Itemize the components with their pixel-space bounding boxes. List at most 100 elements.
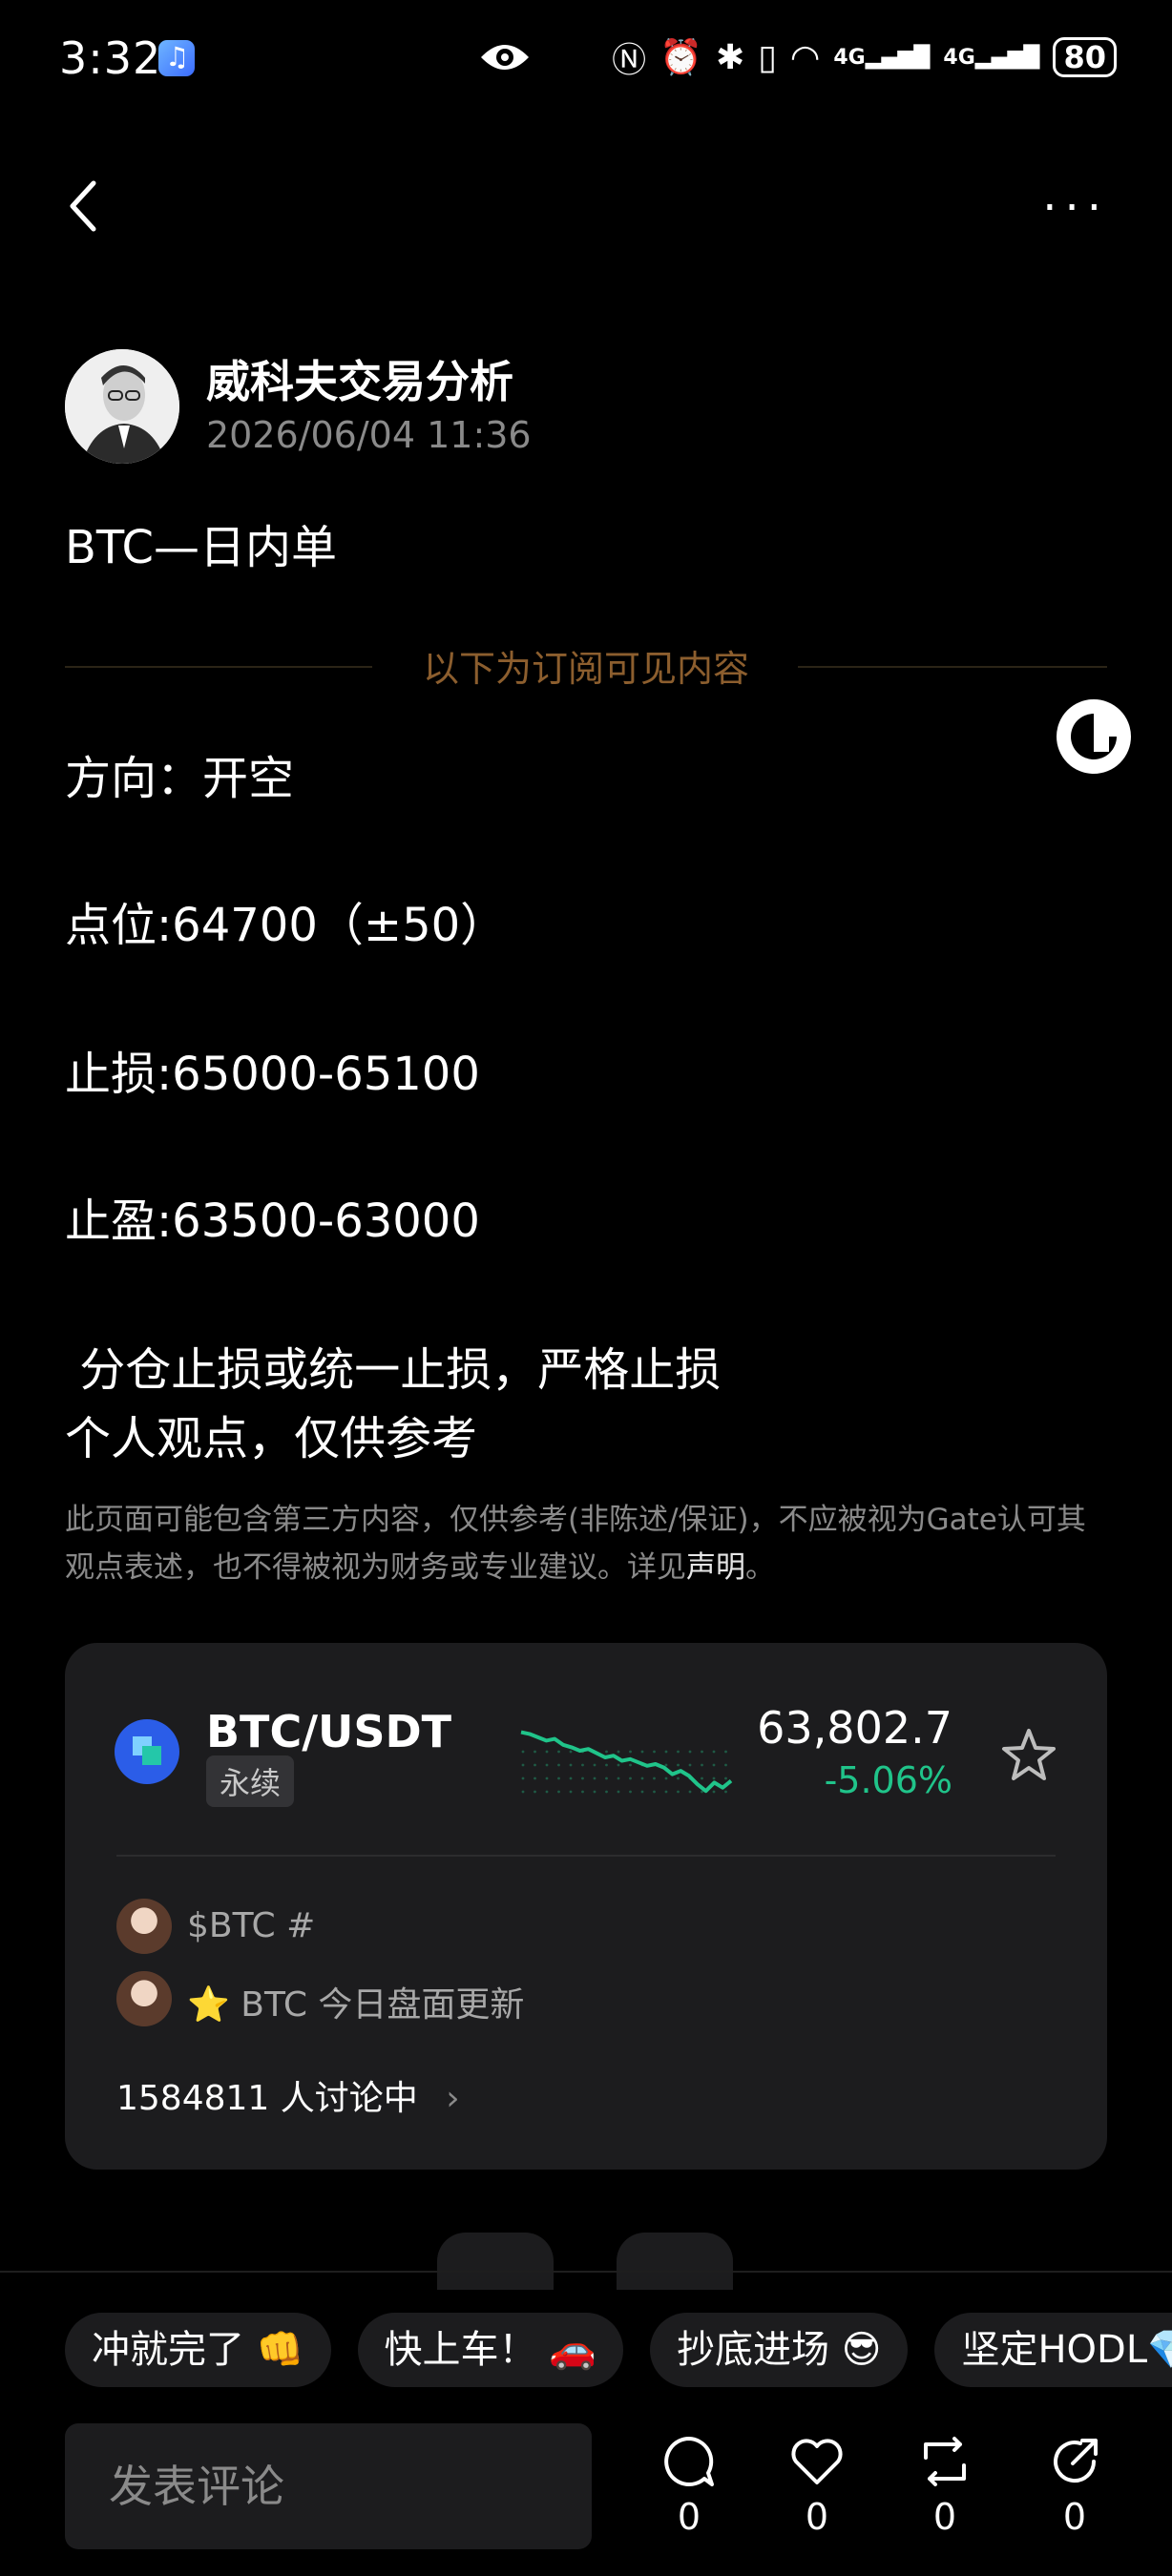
repost-icon — [924, 2437, 966, 2486]
partial-floating-button[interactable] — [437, 2233, 554, 2290]
sparkline-grid-dot — [629, 1790, 632, 1794]
feed-item[interactable]: ⭐ BTC 今日盘面更新 — [187, 1977, 524, 2026]
card-divider — [116, 1855, 1056, 1857]
post-line-risk-note: 分仓止损或统一止损，严格止损 — [65, 1343, 722, 1397]
sparkline-grid-dot — [521, 1763, 525, 1767]
sparkline-grid-dot — [724, 1790, 727, 1794]
price-sparkline — [520, 1730, 733, 1794]
sparkline-grid-dot — [605, 1750, 608, 1754]
discussion-count-link[interactable]: 1584811 人讨论中 › — [116, 2070, 460, 2120]
author-avatar[interactable] — [65, 349, 179, 464]
post-line-stop-loss: 止损:65000-65100 — [65, 1048, 480, 1101]
market-card[interactable]: BTC/USDT 永续 63,802.7 -5.06% $BTC # ⭐ BTC… — [65, 1643, 1107, 2170]
sparkline-grid-dot — [629, 1776, 632, 1780]
sparkline-grid-dot — [545, 1763, 549, 1767]
sparkline-grid-dot — [640, 1776, 644, 1780]
gate-logo-icon[interactable] — [1054, 696, 1134, 777]
sparkline-grid-dot — [569, 1790, 573, 1794]
coin-icon — [115, 1719, 179, 1784]
sparkline-grid-dot — [664, 1750, 668, 1754]
sparkline-grid-dot — [557, 1790, 560, 1794]
author-name[interactable]: 威科夫交易分析 — [206, 347, 513, 410]
sparkline-grid-dot — [701, 1750, 703, 1754]
sparkline-grid-dot — [534, 1763, 536, 1767]
disclaimer-end: 。 — [745, 1550, 775, 1585]
sparkline-grid-dot — [545, 1776, 549, 1780]
sparkline-grid-dot — [653, 1750, 656, 1754]
signal-2-icon: 4G▂▄▆█ — [943, 45, 1040, 70]
post-timestamp: 2026/06/04 11:36 — [206, 414, 532, 456]
quick-reply-chip[interactable]: 坚定HODL💎 — [934, 2313, 1172, 2387]
chevron-right-icon: › — [446, 2079, 460, 2118]
like-button[interactable]: 0 — [769, 2433, 865, 2538]
sparkline-grid-dot — [534, 1776, 536, 1780]
sparkline-grid-dot — [701, 1776, 703, 1780]
price-value: 63,802.7 — [757, 1702, 952, 1754]
sparkline-grid-dot — [593, 1776, 596, 1780]
sparkline-grid-dot — [701, 1763, 703, 1767]
feed-item[interactable]: $BTC # — [187, 1906, 315, 1945]
sparkline-grid-dot — [617, 1750, 620, 1754]
sparkline-grid-dot — [581, 1790, 584, 1794]
sparkline-grid-dot — [629, 1763, 632, 1767]
sparkline-grid-dot — [664, 1790, 668, 1794]
sparkline-grid-dot — [712, 1790, 716, 1794]
sparkline-grid-dot — [688, 1790, 692, 1794]
price-change: -5.06% — [824, 1759, 952, 1801]
partial-floating-button[interactable] — [617, 2233, 733, 2290]
sparkline-grid-dot — [605, 1763, 608, 1767]
sparkline-grid-dot — [617, 1763, 620, 1767]
sparkline-grid-dot — [534, 1750, 536, 1754]
disclaimer-link[interactable]: 声明 — [686, 1550, 745, 1585]
wifi-icon: ◠ — [789, 37, 821, 77]
trading-pair[interactable]: BTC/USDT — [206, 1706, 451, 1757]
sparkline-grid-dot — [521, 1776, 525, 1780]
more-options-icon[interactable]: ··· — [1042, 185, 1109, 231]
bluetooth-icon: ✱ — [715, 37, 745, 77]
eye-icon — [481, 45, 529, 70]
sparkline-grid-dot — [581, 1763, 584, 1767]
sparkline-grid-dot — [712, 1776, 716, 1780]
sparkline-grid-dot — [569, 1750, 573, 1754]
favorite-star-icon[interactable] — [1000, 1727, 1057, 1784]
sparkline-grid-dot — [664, 1763, 668, 1767]
post-line-direction: 方向：开空 — [65, 752, 295, 805]
back-icon[interactable] — [63, 177, 105, 235]
sparkline-grid-dot — [724, 1750, 727, 1754]
share-icon — [1054, 2439, 1098, 2483]
status-time: 3:32 — [59, 32, 162, 84]
post-line-entry: 点位:64700（±50） — [65, 899, 507, 952]
sparkline-grid-dot — [593, 1763, 596, 1767]
sparkline-grid-dot — [545, 1750, 549, 1754]
sparkline-grid-dot — [605, 1776, 608, 1780]
sparkline-grid-dot — [724, 1776, 727, 1780]
share-button[interactable]: 0 — [1027, 2433, 1122, 2538]
post-title: BTC—日内单 — [65, 521, 337, 574]
sparkline-grid-dot — [677, 1763, 680, 1767]
quick-reply-chip[interactable]: 冲就完了 👊 — [65, 2313, 331, 2387]
sparkline-grid-dot — [677, 1776, 680, 1780]
post-line-opinion-note: 个人观点，仅供参考 — [65, 1412, 478, 1465]
sparkline-grid-dot — [653, 1790, 656, 1794]
repost-count: 0 — [932, 2496, 957, 2538]
sparkline-grid-dot — [569, 1776, 573, 1780]
comment-count: 0 — [677, 2496, 701, 2538]
sparkline-grid-dot — [712, 1763, 716, 1767]
quick-reply-chip[interactable]: 抄底进场 😎 — [650, 2313, 909, 2387]
signal-1-icon: 4G▂▄▆█ — [833, 45, 931, 70]
sparkline-grid-dot — [557, 1750, 560, 1754]
bottom-bar-border — [0, 2271, 1172, 2273]
quick-reply-chips: 冲就完了 👊 快上车！ 🚗 抄底进场 😎 坚定HODL💎 — [65, 2313, 1172, 2387]
feed-avatar — [116, 1899, 172, 1954]
like-icon — [791, 2439, 843, 2484]
sparkline-grid-dot — [653, 1776, 656, 1780]
repost-button[interactable]: 0 — [897, 2433, 993, 2538]
sparkline-grid-dot — [569, 1763, 573, 1767]
comment-button[interactable]: 0 — [641, 2433, 737, 2538]
quick-reply-chip[interactable]: 快上车！ 🚗 — [357, 2313, 624, 2387]
comment-input[interactable]: 发表评论 — [65, 2423, 592, 2549]
sparkline-grid-dot — [724, 1763, 727, 1767]
discussion-count: 1584811 人讨论中 — [116, 2079, 418, 2118]
sparkline-grid-dot — [640, 1750, 644, 1754]
sparkline-grid-dot — [581, 1776, 584, 1780]
